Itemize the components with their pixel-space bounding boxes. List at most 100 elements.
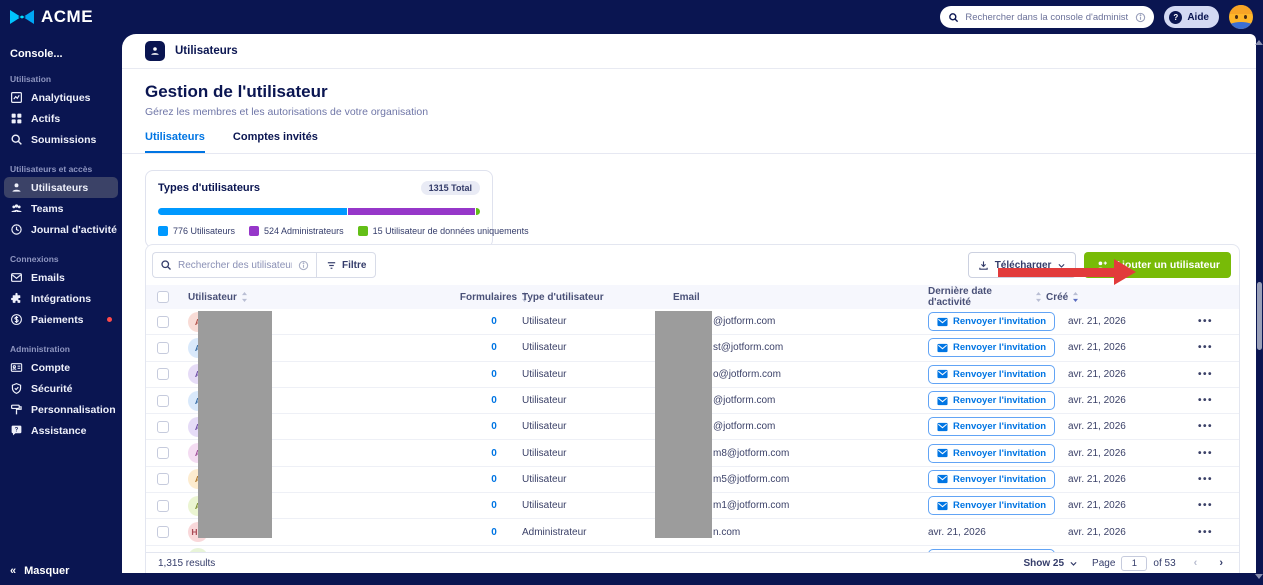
forms-count-link[interactable]: 0: [466, 527, 522, 538]
sidebar-item-teams[interactable]: Teams: [4, 198, 118, 219]
sidebar-item-analytiques[interactable]: Analytiques: [4, 87, 118, 108]
legend-item: 15 Utilisateur de données uniquements: [358, 226, 529, 236]
forms-count-link[interactable]: 0: [466, 316, 522, 327]
users-search-input[interactable]: Rechercher des utilisateurs: [152, 252, 316, 278]
forms-count-link[interactable]: 0: [466, 369, 522, 380]
row-actions-menu[interactable]: •••: [1172, 316, 1239, 327]
page-size-select[interactable]: Show 25: [1023, 558, 1078, 569]
add-user-button[interactable]: Ajouter un utilisateur: [1084, 252, 1231, 278]
column-header-derniere-date-d-activite[interactable]: Dernière date d'activité: [914, 286, 1042, 308]
sidebar-item-paiements[interactable]: Paiements: [4, 309, 118, 330]
forms-count-link[interactable]: 0: [466, 342, 522, 353]
redaction-box-names: [198, 311, 272, 538]
user-type-cell: Utilisateur: [522, 395, 656, 406]
row-checkbox[interactable]: [157, 473, 169, 485]
sidebar-item-compte[interactable]: Compte: [4, 357, 118, 378]
forms-count-link[interactable]: 0: [466, 395, 522, 406]
info-icon: [1135, 12, 1146, 23]
row-checkbox[interactable]: [157, 500, 169, 512]
filter-button[interactable]: Filtre: [316, 252, 376, 278]
row-checkbox[interactable]: [157, 447, 169, 459]
sidebar-item-actifs[interactable]: Actifs: [4, 108, 118, 129]
tab-utilisateurs[interactable]: Utilisateurs: [145, 131, 205, 153]
sidebar-item-emails[interactable]: Emails: [4, 267, 118, 288]
forms-count-link[interactable]: 0: [466, 421, 522, 432]
user-avatar[interactable]: [1229, 5, 1253, 29]
resend-invitation-button[interactable]: Renvoyer l'invitation: [928, 496, 1055, 515]
resend-invitation-button[interactable]: Renvoyer l'invitation: [928, 417, 1055, 436]
bar-segment-524-administrateurs: [348, 208, 476, 215]
forms-count-link[interactable]: 0: [466, 500, 522, 511]
search-icon: [948, 12, 959, 23]
download-button[interactable]: Télécharger: [968, 252, 1077, 278]
sidebar-item-journal-d-activite[interactable]: Journal d'activité: [4, 219, 118, 240]
column-header-utilisateur[interactable]: Utilisateur: [180, 292, 466, 303]
sidebar-item-soumissions[interactable]: Soumissions: [4, 129, 118, 150]
column-header-cree[interactable]: Créé: [1042, 292, 1172, 303]
resend-invitation-button[interactable]: Renvoyer l'invitation: [928, 338, 1055, 357]
row-checkbox[interactable]: [157, 526, 169, 538]
row-checkbox[interactable]: [157, 316, 169, 328]
row-actions-menu[interactable]: •••: [1172, 369, 1239, 380]
person-plus-icon: [1095, 259, 1108, 272]
envelope-icon: [937, 422, 948, 432]
envelope-icon: [937, 343, 948, 353]
envelope-icon: [937, 448, 948, 458]
filter-icon: [326, 260, 337, 271]
row-checkbox[interactable]: [157, 368, 169, 380]
select-all-checkbox[interactable]: [157, 291, 169, 303]
sidebar-item-integrations[interactable]: Intégrations: [4, 288, 118, 309]
resend-invitation-button[interactable]: Renvoyer l'invitation: [928, 365, 1055, 384]
next-page-button[interactable]: ›: [1215, 557, 1227, 569]
sidebar-item-securite[interactable]: Sécurité: [4, 378, 118, 399]
row-actions-menu[interactable]: •••: [1172, 342, 1239, 353]
sidebar-section-title-administration: Administration: [0, 344, 122, 354]
column-label: Email: [673, 292, 700, 303]
sidebar-item-assistance[interactable]: ?Assistance: [4, 420, 118, 441]
row-actions-menu[interactable]: •••: [1172, 395, 1239, 406]
row-actions-menu[interactable]: •••: [1172, 527, 1239, 538]
forms-count-link[interactable]: 0: [466, 448, 522, 459]
security-icon: [10, 382, 23, 395]
scrollbar-thumb[interactable]: [1257, 282, 1262, 350]
scroll-down-arrow-icon[interactable]: [1255, 574, 1263, 579]
resend-invitation-button[interactable]: Renvoyer l'invitation: [928, 391, 1055, 410]
sidebar-item-utilisateurs[interactable]: Utilisateurs: [4, 177, 118, 198]
last-activity-cell: Renvoyer l'invitation: [914, 444, 1042, 463]
row-actions-menu[interactable]: •••: [1172, 474, 1239, 485]
row-checkbox-cell: [146, 395, 180, 407]
sidebar-item-personnalisation[interactable]: Personnalisation: [4, 399, 118, 420]
row-checkbox[interactable]: [157, 421, 169, 433]
legend-swatch: [358, 226, 368, 236]
scroll-up-arrow-icon[interactable]: [1255, 40, 1263, 45]
resend-invitation-button[interactable]: Renvoyer l'invitation: [928, 470, 1055, 489]
chevron-down-icon: [1057, 261, 1066, 270]
console-switcher[interactable]: Console...: [0, 48, 122, 60]
row-actions-menu[interactable]: •••: [1172, 448, 1239, 459]
console-search-input[interactable]: Rechercher dans la console d'administ: [940, 6, 1154, 28]
sidebar-item-label: Paiements: [31, 314, 84, 326]
row-actions-menu[interactable]: •••: [1172, 421, 1239, 432]
previous-page-button[interactable]: ‹: [1190, 557, 1202, 569]
last-activity-cell: Renvoyer l'invitation: [914, 391, 1042, 410]
sidebar-item-label: Emails: [31, 272, 65, 284]
column-header-formulaires[interactable]: Formulaires: [466, 292, 522, 303]
help-button[interactable]: ? Aide: [1164, 6, 1219, 28]
row-checkbox[interactable]: [157, 395, 169, 407]
chevron-down-icon: [1069, 559, 1078, 568]
tab-comptes-invites[interactable]: Comptes invités: [233, 131, 318, 153]
row-actions-menu[interactable]: •••: [1172, 500, 1239, 511]
page-number-input[interactable]: [1121, 556, 1147, 571]
row-checkbox[interactable]: [157, 342, 169, 354]
forms-count-link[interactable]: 0: [466, 474, 522, 485]
collapse-sidebar-button[interactable]: « Masquer: [10, 565, 69, 577]
created-date-cell: avr. 21, 2026: [1042, 527, 1172, 538]
page-scrollbar[interactable]: [1256, 34, 1263, 585]
acme-logo: ACME: [10, 7, 93, 27]
analytics-icon: [10, 91, 23, 104]
resend-invitation-button[interactable]: Renvoyer l'invitation: [928, 444, 1055, 463]
last-activity-cell: avr. 21, 2026: [914, 527, 1042, 538]
user-types-total-badge: 1315 Total: [421, 181, 480, 195]
resend-invitation-button[interactable]: Renvoyer l'invitation: [928, 312, 1055, 331]
question-icon: ?: [1169, 11, 1182, 24]
